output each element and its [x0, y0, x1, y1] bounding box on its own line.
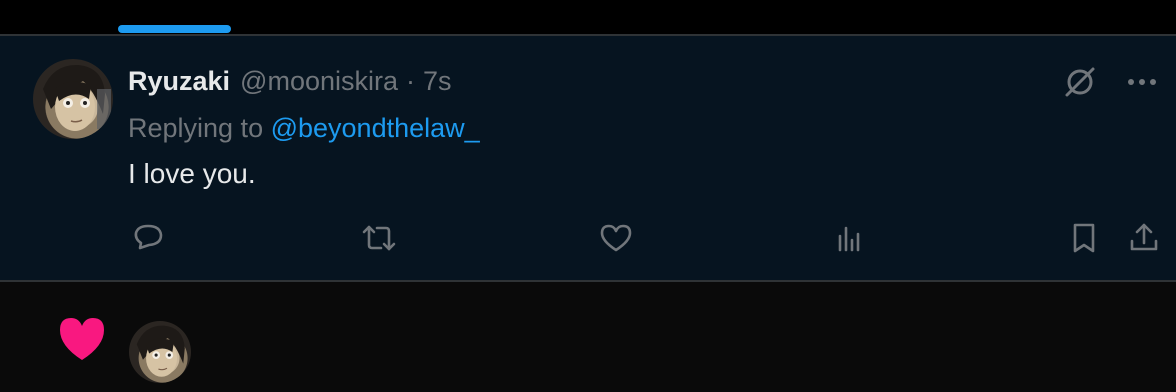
liker-avatar[interactable] [129, 321, 191, 383]
tab-bar [0, 0, 1176, 34]
separator-dot: · [406, 66, 415, 96]
views-icon[interactable] [830, 218, 870, 258]
tweet-action-bar [0, 218, 1176, 258]
bookmark-icon[interactable] [1064, 218, 1104, 258]
tweet-top-actions [1062, 64, 1160, 100]
like-icon[interactable] [596, 218, 636, 258]
reply-icon[interactable] [128, 218, 168, 258]
grok-icon[interactable] [1062, 64, 1098, 100]
share-icon[interactable] [1124, 218, 1164, 258]
retweet-icon[interactable] [359, 218, 399, 258]
author-name[interactable]: Ryuzaki [128, 66, 230, 97]
tweet-header: Ryuzaki @mooniskira · 7s [128, 66, 452, 100]
tweet-text: I love you. [128, 158, 256, 189]
liked-by-row [0, 282, 1176, 392]
timestamp[interactable]: 7s [423, 66, 452, 97]
avatar[interactable] [33, 59, 113, 139]
replying-to-mention[interactable]: @beyondthelaw_ [271, 113, 480, 143]
more-icon[interactable] [1124, 64, 1160, 100]
replying-prefix: Replying to [128, 113, 271, 143]
author-handle[interactable]: @mooniskira [240, 66, 398, 97]
heart-icon [56, 314, 108, 364]
replying-to-line: Replying to @beyondthelaw_ [128, 113, 480, 144]
tweet[interactable]: Ryuzaki @mooniskira · 7s Replying to @be… [0, 36, 1176, 280]
active-tab-indicator [118, 25, 231, 33]
